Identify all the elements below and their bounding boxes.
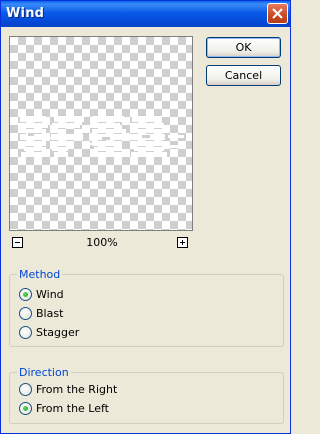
- preview-canvas[interactable]: [9, 36, 193, 231]
- cancel-button[interactable]: Cancel: [206, 65, 281, 86]
- zoom-in-button[interactable]: [177, 237, 188, 248]
- title-bar[interactable]: Wind: [1, 1, 290, 27]
- radio-unselected-icon[interactable]: [19, 307, 32, 320]
- zoom-controls: 100%: [12, 236, 192, 251]
- radio-selected-icon[interactable]: [19, 402, 32, 415]
- direction-legend: Direction: [17, 366, 71, 379]
- radio-unselected-icon[interactable]: [19, 383, 32, 396]
- radio-label: From the Left: [36, 402, 109, 415]
- radio-label: Stagger: [36, 326, 80, 339]
- radio-label: Blast: [36, 307, 64, 320]
- zoom-out-button[interactable]: [12, 237, 23, 248]
- zoom-level: 100%: [86, 236, 118, 249]
- ok-button[interactable]: OK: [206, 37, 281, 58]
- dialog-title: Wind: [6, 6, 45, 21]
- radio-label: Wind: [36, 288, 64, 301]
- method-legend: Method: [17, 268, 63, 281]
- radio-unselected-icon[interactable]: [19, 326, 32, 339]
- minus-icon: [15, 242, 20, 243]
- wind-dialog: Wind 100% OK Cancel Method Wind Blast St…: [0, 0, 291, 434]
- method-group: Method Wind Blast Stagger: [9, 268, 284, 347]
- close-button[interactable]: [267, 3, 288, 24]
- radio-selected-icon[interactable]: [19, 288, 32, 301]
- radio-label: From the Right: [36, 383, 118, 396]
- wind-preview-image: [18, 116, 184, 157]
- direction-group: Direction From the Right From the Left: [9, 366, 284, 424]
